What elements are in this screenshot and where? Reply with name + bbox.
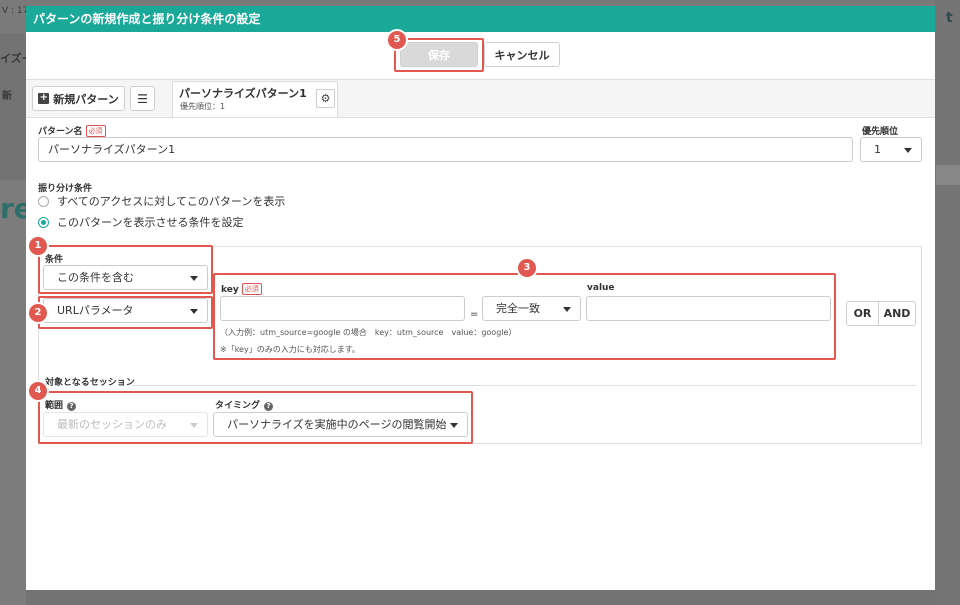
chevron-down-icon	[563, 307, 571, 312]
help-icon[interactable]: ?	[264, 402, 274, 411]
chevron-down-icon	[904, 148, 912, 153]
key-hint-example: （入力例：utm_source=google の場合 key：utm_sourc…	[220, 328, 517, 337]
session-label: 対象となるセッション	[45, 378, 135, 388]
radio-condition[interactable]: このパターンを表示させる条件を設定	[38, 214, 243, 230]
radio-all-access[interactable]: すべてのアクセスに対してこのパターンを表示	[38, 193, 285, 209]
cancel-button[interactable]: キャンセル	[484, 42, 560, 67]
radio-condition-label: このパターンを表示させる条件を設定	[57, 216, 244, 229]
pattern-name-input[interactable]: パーソナライズパターン1	[38, 137, 853, 162]
pattern-tab-name: パーソナライズパターン1	[179, 87, 307, 100]
equals-sign: =	[470, 309, 479, 320]
pattern-settings-modal: パターンの新規作成と振り分け条件の設定 5 保存 キャンセル + 新規パターン …	[26, 6, 935, 590]
value-input[interactable]	[586, 296, 831, 321]
chevron-down-icon	[450, 423, 458, 428]
new-pattern-label: 新規パターン	[53, 92, 119, 106]
radio-all-label: すべてのアクセスに対してこのパターンを表示	[57, 195, 286, 208]
priority-select[interactable]: 1	[860, 137, 922, 162]
range-label-text: 範囲	[45, 401, 64, 411]
priority-label: 優先順位	[862, 127, 899, 137]
badge-4: 4	[29, 382, 47, 400]
condition-select[interactable]: この条件を含む	[43, 265, 208, 290]
background-new-text: 新	[2, 91, 12, 102]
list-icon: ☰	[137, 91, 148, 106]
radio-unchecked[interactable]	[38, 195, 49, 207]
gear-icon[interactable]: ⚙	[316, 89, 335, 108]
badge-1: 1	[29, 237, 47, 255]
modal-title: パターンの新規作成と振り分け条件の設定	[26, 6, 935, 32]
chevron-down-icon	[190, 309, 198, 314]
help-icon[interactable]: ?	[67, 402, 77, 411]
or-button[interactable]: OR	[846, 301, 879, 326]
match-type-select[interactable]: 完全一致	[482, 296, 581, 321]
condition-label: 条件	[45, 255, 64, 265]
priority-value: 1	[874, 143, 881, 156]
pattern-name-label: パターン名 必須	[38, 124, 106, 137]
and-button[interactable]: AND	[879, 301, 916, 326]
pattern-tab-priority: 優先順位：1	[180, 102, 226, 111]
action-bar: 5 保存 キャンセル	[26, 31, 935, 80]
background-left-panel	[0, 180, 26, 605]
plus-icon: +	[38, 92, 50, 104]
match-type-value: 完全一致	[496, 302, 540, 315]
timing-label-text: タイミング	[215, 401, 261, 411]
timing-label: タイミング?	[215, 398, 274, 411]
range-label: 範囲?	[45, 398, 77, 411]
key-input[interactable]	[220, 296, 465, 321]
key-required-badge: 必須	[241, 283, 262, 295]
timing-select[interactable]: パーソナライズを実施中のページの閲覧開始	[213, 412, 468, 437]
badge-5: 5	[388, 31, 406, 49]
background-version-text: V : 17	[2, 6, 29, 16]
range-select: 最新のセッションのみ	[43, 412, 208, 437]
background-right-bar	[936, 165, 960, 185]
new-pattern-button[interactable]: + 新規パターン	[32, 86, 125, 111]
badge-2: 2	[29, 304, 47, 322]
radio-checked[interactable]	[38, 216, 49, 228]
background-right-text: t	[946, 10, 953, 26]
pattern-name-label-text: パターン名	[38, 127, 83, 137]
background-right-panel	[935, 0, 960, 605]
condition-type-select[interactable]: URLパラメータ	[43, 298, 208, 323]
save-button[interactable]: 保存	[400, 42, 478, 67]
session-divider	[132, 385, 916, 386]
pattern-tab-bar: + 新規パターン ☰ パーソナライズパターン1 優先順位：1 ⚙	[26, 80, 935, 118]
value-label: value	[587, 283, 615, 293]
badge-3: 3	[518, 259, 536, 277]
key-hint-note: ※「key」のみの入力にも対応します。	[220, 345, 360, 354]
condition-value: この条件を含む	[57, 271, 134, 284]
required-badge: 必須	[85, 125, 106, 137]
key-label: key 必須	[221, 283, 262, 295]
timing-value: パーソナライズを実施中のページの閲覧開始	[227, 418, 447, 431]
range-value: 最新のセッションのみ	[57, 418, 167, 431]
condition-type-value: URLパラメータ	[57, 304, 134, 317]
key-label-text: key	[221, 285, 239, 295]
chevron-down-icon	[190, 276, 198, 281]
list-button[interactable]: ☰	[130, 86, 155, 111]
pattern-tab[interactable]: パーソナライズパターン1 優先順位：1 ⚙	[172, 81, 338, 117]
chevron-down-icon	[190, 423, 198, 428]
